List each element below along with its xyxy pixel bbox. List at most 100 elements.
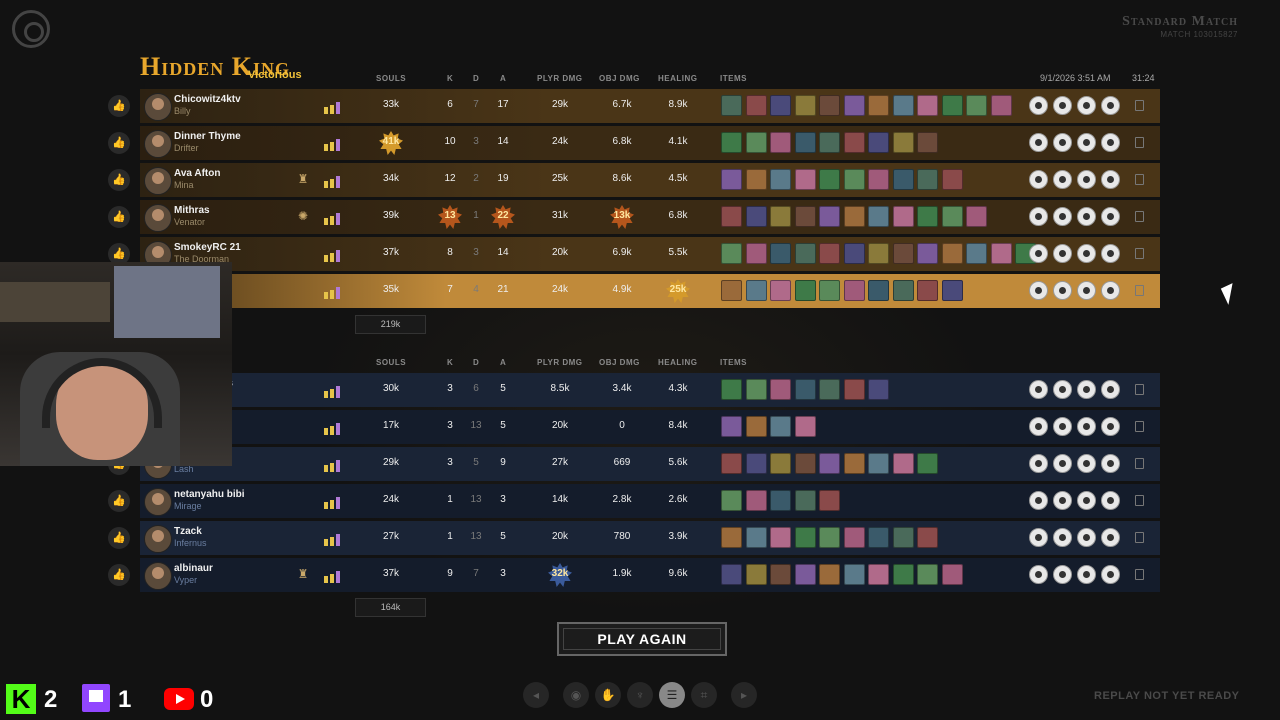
nav-pin-icon[interactable]: ♆ [627,682,653,708]
item-icon[interactable] [745,243,767,264]
item-icon[interactable] [819,564,840,585]
item-icon[interactable] [892,527,914,548]
ability-icon[interactable] [1077,454,1096,473]
item-icon[interactable] [794,379,816,400]
item-icon[interactable] [819,379,840,400]
ability-icon[interactable] [1077,96,1096,115]
item-icon[interactable] [843,280,865,301]
copy-build-icon[interactable] [1135,100,1144,111]
item-icon[interactable] [819,169,840,190]
nav-hand-icon[interactable]: ✋ [595,682,621,708]
copy-build-icon[interactable] [1135,458,1144,469]
thumbs-up-icon[interactable]: 👍 [108,490,130,512]
ability-icon[interactable] [1077,491,1096,510]
item-icon[interactable] [966,95,987,116]
item-icon[interactable] [941,280,963,301]
item-icon[interactable] [770,453,791,474]
ability-icon[interactable] [1101,244,1120,263]
item-icon[interactable] [868,280,889,301]
thumbs-up-icon[interactable]: 👍 [108,95,130,117]
ability-icon[interactable] [1053,207,1072,226]
ability-icon[interactable] [1077,244,1096,263]
item-icon[interactable] [745,527,767,548]
player-row[interactable]: 👍 Ava Afton Mina ♜ 34k 12 2 19 25k 8.6k 4.5k [108,163,1160,197]
item-icon[interactable] [966,206,987,227]
item-icon[interactable] [794,206,816,227]
item-icon[interactable] [892,132,914,153]
item-icon[interactable] [843,243,865,264]
item-icon[interactable] [892,453,914,474]
item-icon[interactable] [770,416,791,437]
nav-prev-icon[interactable]: ◂ [523,682,549,708]
thumbs-up-icon[interactable]: 👍 [108,206,130,228]
item-icon[interactable] [794,453,816,474]
item-icon[interactable] [868,206,889,227]
item-icon[interactable] [721,564,742,585]
item-icon[interactable] [917,95,938,116]
item-icon[interactable] [794,169,816,190]
item-icon[interactable] [721,453,742,474]
item-icon[interactable] [917,280,938,301]
item-icon[interactable] [941,206,963,227]
player-row[interactable]: 👍 netanyahu bibi Mirage 24k 1 13 3 14k 2.8k 2.6k [108,484,1160,518]
ability-icon[interactable] [1101,417,1120,436]
item-icon[interactable] [892,95,914,116]
item-icon[interactable] [819,206,840,227]
item-icon[interactable] [843,527,865,548]
item-icon[interactable] [843,564,865,585]
item-icon[interactable] [794,280,816,301]
item-icon[interactable] [868,453,889,474]
item-icon[interactable] [794,416,816,437]
item-icon[interactable] [770,243,791,264]
copy-build-icon[interactable] [1135,137,1144,148]
ability-icon[interactable] [1029,565,1048,584]
item-icon[interactable] [721,280,742,301]
ability-icon[interactable] [1101,133,1120,152]
ability-icon[interactable] [1029,528,1048,547]
item-icon[interactable] [770,280,791,301]
player-row[interactable]: 👍elephant17k313520k08.4k [108,410,1160,444]
item-icon[interactable] [745,416,767,437]
item-icon[interactable] [868,169,889,190]
item-icon[interactable] [745,95,767,116]
ability-icon[interactable] [1029,207,1048,226]
ability-icon[interactable] [1029,281,1048,300]
item-icon[interactable] [917,453,938,474]
item-icon[interactable] [745,379,767,400]
item-icon[interactable] [721,132,742,153]
thumbs-up-icon[interactable]: 👍 [108,564,130,586]
item-icon[interactable] [990,243,1012,264]
player-row[interactable]: 👍 albinaur Vyper ♜ 37k 9 7 3 32k 1.9k 9.6k [108,558,1160,592]
ability-icon[interactable] [1053,281,1072,300]
ability-icon[interactable] [1029,244,1048,263]
item-icon[interactable] [770,206,791,227]
item-icon[interactable] [917,169,938,190]
item-icon[interactable] [770,379,791,400]
item-icon[interactable] [892,206,914,227]
item-icon[interactable] [745,169,767,190]
player-row[interactable]: 👍 Dinner Thyme Drifter 41k 10 3 14 24k 6.8k 4.1k [108,126,1160,160]
item-icon[interactable] [745,453,767,474]
ability-icon[interactable] [1053,565,1072,584]
ability-icon[interactable] [1077,417,1096,436]
item-icon[interactable] [892,280,914,301]
item-icon[interactable] [819,95,840,116]
player-row[interactable]: 👍 Tzack Infernus 27k 1 13 5 20k 780 3.9k [108,521,1160,555]
item-icon[interactable] [721,416,742,437]
ability-icon[interactable] [1101,170,1120,189]
item-icon[interactable] [868,564,889,585]
item-icon[interactable] [721,243,742,264]
ability-icon[interactable] [1053,170,1072,189]
item-icon[interactable] [794,95,816,116]
item-icon[interactable] [770,95,791,116]
player-row[interactable]: 👍Mr.Whiskers30k3658.5k3.4k4.3k [108,373,1160,407]
ability-icon[interactable] [1101,96,1120,115]
item-icon[interactable] [892,169,914,190]
item-icon[interactable] [770,564,791,585]
item-icon[interactable] [819,280,840,301]
ability-icon[interactable] [1053,133,1072,152]
item-icon[interactable] [819,243,840,264]
ability-icon[interactable] [1101,207,1120,226]
item-icon[interactable] [770,169,791,190]
item-icon[interactable] [721,527,742,548]
